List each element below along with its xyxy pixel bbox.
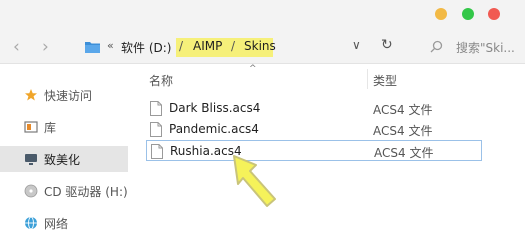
file-type: ACS4 文件 [374, 146, 434, 160]
sidebar-item-label: 库 [44, 121, 57, 135]
file-icon [150, 101, 162, 116]
file-name: Dark Bliss.acs4 [169, 101, 261, 115]
search-input[interactable]: 搜索"Ski... [456, 39, 515, 56]
file-row[interactable]: Pandemic.acs4 ACS4 文件 [146, 119, 482, 140]
monitor-icon [25, 154, 37, 165]
navigation-pane: 快速访问 库 致美化 CD 驱动器 (H:) 网络 [0, 65, 140, 252]
search-icon [430, 40, 443, 53]
sidebar-item-label: 致美化 [44, 153, 81, 167]
refresh-icon[interactable]: ↻ [381, 37, 393, 53]
sidebar-item-cd-drive[interactable]: CD 驱动器 (H:) [0, 178, 128, 204]
minimize-button[interactable] [435, 8, 447, 20]
sidebar-item-label: 网络 [44, 217, 69, 231]
title-bar [0, 0, 525, 30]
breadcrumb-overflow-icon[interactable]: « [107, 39, 114, 52]
file-type: ACS4 文件 [373, 124, 433, 138]
network-icon [25, 216, 37, 230]
sidebar-item-label: CD 驱动器 (H:) [44, 185, 128, 199]
file-icon [150, 122, 162, 137]
address-toolbar: ‹ › « 软件 (D:) / AIMP / Skins ∨ ↻ 搜索"Ski.… [0, 30, 525, 64]
address-dropdown-icon[interactable]: ∨ [352, 38, 361, 52]
file-type: ACS4 文件 [373, 103, 433, 117]
close-button[interactable] [488, 8, 500, 20]
breadcrumb-separator: / [179, 39, 184, 53]
sidebar-item-library[interactable]: 库 [0, 114, 128, 140]
breadcrumb-aimp[interactable]: AIMP [193, 39, 222, 53]
breadcrumb-skins[interactable]: Skins [244, 39, 276, 53]
maximize-button[interactable] [462, 8, 474, 20]
column-divider[interactable] [367, 69, 368, 89]
star-icon [25, 89, 37, 101]
sidebar-item-quick-access[interactable]: 快速访问 [0, 82, 128, 108]
back-button[interactable]: ‹ [13, 37, 20, 57]
sidebar-item-label: 快速访问 [44, 89, 93, 103]
breadcrumb-drive[interactable]: 软件 (D:) [121, 39, 171, 56]
file-name: Pandemic.acs4 [169, 122, 259, 136]
cd-drive-icon [24, 184, 38, 198]
column-header-type[interactable]: 类型 [373, 72, 397, 89]
sidebar-item-network[interactable]: 网络 [0, 210, 128, 236]
file-row[interactable]: Dark Bliss.acs4 ACS4 文件 [146, 98, 482, 119]
file-list: ^ 名称 类型 Dark Bliss.acs4 ACS4 文件 Pandemic… [140, 64, 525, 252]
file-icon [151, 144, 163, 159]
breadcrumb-separator: / [231, 39, 236, 53]
annotation-arrow-icon [233, 155, 276, 207]
column-header-name[interactable]: 名称 [149, 72, 173, 89]
sidebar-item-zhimeihua[interactable]: 致美化 [0, 146, 128, 172]
file-row-focused[interactable]: Rushia.acs4 ACS4 文件 [146, 140, 482, 161]
folder-icon [85, 42, 100, 53]
library-icon [24, 121, 38, 133]
forward-button[interactable]: › [42, 37, 49, 57]
sort-indicator-icon: ^ [249, 64, 257, 74]
